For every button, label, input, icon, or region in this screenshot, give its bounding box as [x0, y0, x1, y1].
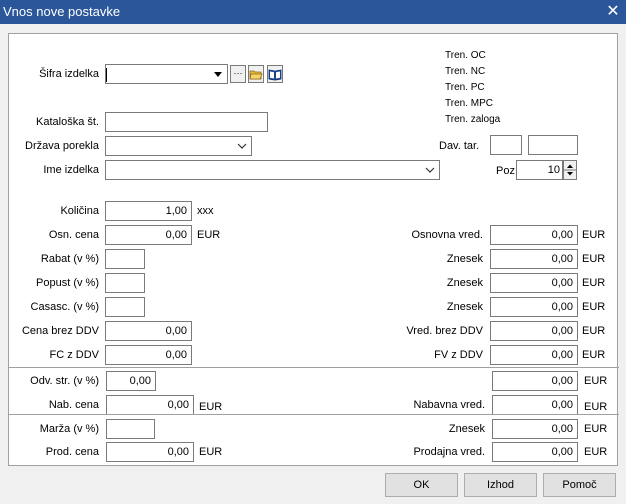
drzava-label: Država porekla [25, 140, 99, 152]
osn-cena-input[interactable]: 0,00 [105, 225, 192, 245]
kolicina-unit: xxx [197, 205, 214, 217]
separator [9, 367, 619, 368]
vred-brez-input[interactable]: 0,00 [490, 321, 578, 341]
prodajna-label: Prodajna vred. [413, 446, 485, 458]
nabavna-input[interactable]: 0,00 [492, 395, 578, 415]
chevron-down-icon[interactable] [213, 67, 223, 81]
title-bar: Vnos nove postavke ✕ [0, 0, 626, 24]
nab-cena-unit: EUR [199, 401, 223, 413]
ime-label: Ime izdelka [43, 164, 99, 176]
znesek-marza-input[interactable]: 0,00 [492, 419, 578, 439]
odv-label: Odv. str. (v %) [30, 375, 99, 387]
odv-input[interactable]: 0,00 [106, 371, 156, 391]
znesek-popust-input[interactable]: 0,00 [490, 273, 578, 293]
izhod-button[interactable]: Izhod [464, 473, 537, 497]
osn-cena-label: Osn. cena [48, 229, 99, 241]
sifra-label: Šifra izdelka [39, 68, 99, 80]
znesek-casasc-unit: EUR [582, 301, 606, 313]
znesek-rabat-unit: EUR [582, 253, 606, 265]
znesek-casasc-label: Znesek [446, 301, 483, 313]
separator [9, 414, 619, 415]
katalog-input[interactable] [105, 112, 268, 132]
nab-cena-label: Nab. cena [48, 399, 99, 411]
rabat-label: Rabat (v %) [40, 253, 99, 265]
odv-unit: EUR [584, 375, 608, 387]
tren-nc-label: Tren. NC [445, 66, 486, 77]
znesek-popust-label: Znesek [446, 277, 483, 289]
popust-input[interactable] [105, 273, 145, 293]
dav-label: Dav. tar. [439, 140, 480, 152]
osnovna-unit: EUR [582, 229, 606, 241]
katalog-label: Kataloška št. [36, 116, 99, 128]
casasc-input[interactable] [105, 297, 145, 317]
prod-cena-input[interactable]: 0,00 [106, 442, 194, 462]
ime-combo[interactable] [105, 160, 440, 180]
sifra-combo[interactable] [105, 64, 228, 84]
text-caret [106, 68, 107, 82]
close-icon[interactable]: ✕ [600, 0, 626, 24]
marza-label: Marža (v %) [39, 423, 99, 435]
vred-brez-unit: EUR [582, 325, 606, 337]
fv-input[interactable]: 0,00 [490, 345, 578, 365]
dav-input-1[interactable] [490, 135, 522, 155]
tren-mpc-label: Tren. MPC [445, 98, 493, 109]
fv-unit: EUR [582, 349, 606, 361]
drzava-combo[interactable] [105, 136, 252, 156]
window-title: Vnos nove postavke [3, 4, 121, 19]
chevron-down-icon[interactable] [425, 163, 435, 177]
rabat-input[interactable] [105, 249, 145, 269]
osnovna-label: Osnovna vred. [411, 229, 483, 241]
fv-label: FV z DDV [434, 349, 483, 361]
osn-cena-unit: EUR [197, 229, 221, 241]
prodajna-input[interactable]: 0,00 [492, 442, 578, 462]
znesek-rabat-input[interactable]: 0,00 [490, 249, 578, 269]
prodajna-unit: EUR [584, 446, 608, 458]
znesek-casasc-input[interactable]: 0,00 [490, 297, 578, 317]
znesek-popust-unit: EUR [582, 277, 606, 289]
pomoc-button[interactable]: Pomoč [543, 473, 616, 497]
catalog-book-button[interactable] [267, 65, 283, 83]
tren-zaloga-label: Tren. zaloga [445, 114, 501, 125]
cena-brez-label: Cena brez DDV [21, 325, 99, 337]
znesek-marza-label: Znesek [448, 423, 485, 435]
ellipsis-button[interactable]: ··· [230, 65, 246, 83]
vred-brez-label: Vred. brez DDV [406, 325, 483, 337]
osnovna-input[interactable]: 0,00 [490, 225, 578, 245]
fc-label: FC z DDV [49, 349, 100, 361]
odv-znesek-input[interactable]: 0,00 [492, 371, 578, 391]
form-panel: Tren. OC Tren. NC Tren. PC Tren. MPC Tre… [8, 33, 619, 466]
poz-input[interactable]: 10 [516, 160, 563, 180]
open-folder-button[interactable] [248, 65, 264, 83]
tren-oc-label: Tren. OC [445, 50, 486, 61]
nabavna-label: Nabavna vred. [413, 399, 485, 411]
znesek-marza-unit: EUR [584, 423, 608, 435]
fc-input[interactable]: 0,00 [105, 345, 192, 365]
popust-label: Popust (v %) [36, 277, 99, 289]
nabavna-unit: EUR [584, 401, 608, 413]
casasc-label: Casasc. (v %) [30, 301, 99, 313]
znesek-rabat-label: Znesek [446, 253, 483, 265]
folder-icon [249, 70, 263, 80]
poz-spinner[interactable] [563, 160, 577, 180]
cena-brez-input[interactable]: 0,00 [105, 321, 192, 341]
kolicina-label: Količina [60, 205, 99, 217]
dav-input-2[interactable] [528, 135, 578, 155]
nab-cena-input[interactable]: 0,00 [106, 395, 194, 415]
spinner-arrows-icon [564, 164, 576, 176]
prod-cena-label: Prod. cena [45, 446, 99, 458]
poz-label: Poz [496, 165, 515, 177]
prod-cena-unit: EUR [199, 446, 223, 458]
chevron-down-icon[interactable] [237, 139, 247, 153]
tren-pc-label: Tren. PC [445, 82, 485, 93]
book-icon [268, 69, 282, 81]
kolicina-input[interactable]: 1,00 [105, 201, 192, 221]
marza-input[interactable] [106, 419, 155, 439]
ok-button[interactable]: OK [385, 473, 458, 497]
